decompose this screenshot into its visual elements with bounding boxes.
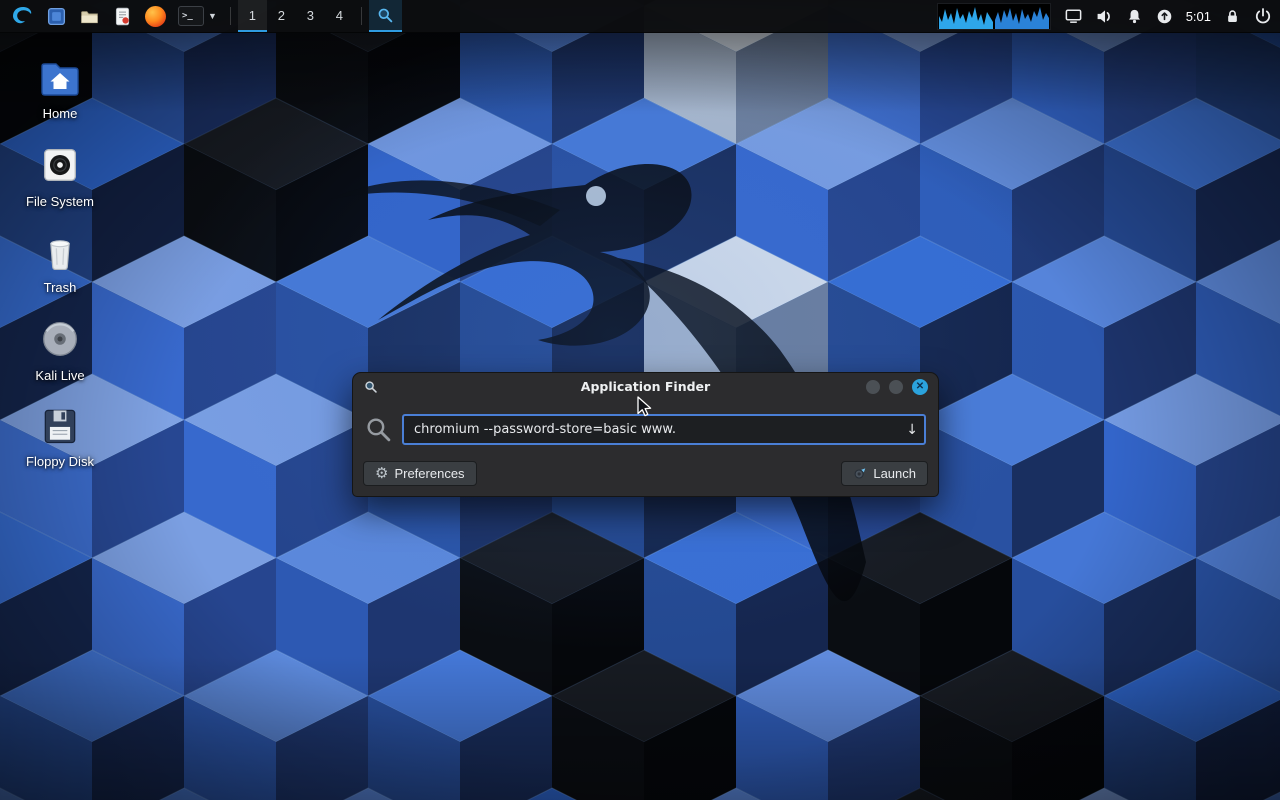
minimize-button[interactable] <box>866 379 880 394</box>
close-icon: ✕ <box>915 380 925 392</box>
top-panel: >_ ▼ 1 2 3 4 5:01 <box>0 0 1280 33</box>
search-icon <box>378 8 393 22</box>
panel-right: 5:01 <box>936 0 1280 32</box>
dialog-buttons: ⚙ Preferences Launch <box>353 457 938 496</box>
update-icon <box>1157 9 1171 23</box>
desktop-icon-label: Trash <box>43 280 77 295</box>
launcher-terminal-button[interactable]: >_ ▼ <box>172 0 223 32</box>
window-controls: ✕ <box>866 378 928 395</box>
desktop-icon-trash[interactable]: Trash <box>16 230 104 295</box>
desktop-icon-floppy-disk[interactable]: Floppy Disk <box>16 404 104 469</box>
volume-button[interactable] <box>1096 0 1113 32</box>
launch-button[interactable]: Launch <box>841 461 928 486</box>
application-finder-window: Application Finder ✕ ↓ ⚙ Prefe <box>352 372 939 497</box>
panel-separator <box>229 7 231 25</box>
panel-separator <box>360 7 362 25</box>
volume-icon <box>1097 9 1110 23</box>
preferences-button-label: Preferences <box>394 466 465 481</box>
chevron-down-icon: ▼ <box>208 11 217 21</box>
workspace-2-button[interactable]: 2 <box>267 0 296 32</box>
launch-button-label: Launch <box>873 466 916 481</box>
kali-menu-icon <box>13 6 32 24</box>
desktop-icon-home[interactable]: Home <box>16 52 104 121</box>
trash-icon <box>50 240 70 271</box>
notifications-button[interactable] <box>1126 0 1143 32</box>
file-system-icon <box>43 148 77 182</box>
workspace-3-button[interactable]: 3 <box>296 0 325 32</box>
display-icon <box>1065 9 1082 23</box>
search-input-wrap: ↓ <box>402 414 926 445</box>
desktop-icon-label: Kali Live <box>35 368 85 383</box>
launcher-file-manager-button[interactable] <box>73 0 106 32</box>
close-button[interactable]: ✕ <box>912 378 928 395</box>
logout-button[interactable] <box>1254 0 1272 32</box>
updates-button[interactable] <box>1156 0 1173 32</box>
floppy-disk-icon <box>44 409 76 444</box>
lock-icon <box>1228 9 1237 22</box>
desktop-screen: >_ ▼ 1 2 3 4 5:01 Home File System Trash… <box>0 0 1280 800</box>
kali-menu-button[interactable] <box>4 0 40 32</box>
terminal-icon: >_ <box>178 6 204 26</box>
power-icon <box>1255 8 1271 24</box>
dropdown-arrow-icon[interactable]: ↓ <box>906 422 918 438</box>
search-icon <box>365 416 392 443</box>
text-editor-icon <box>115 7 130 25</box>
workspace-4-button[interactable]: 4 <box>325 0 354 32</box>
kali-live-icon <box>43 322 77 356</box>
system-monitor-graph[interactable] <box>936 0 1051 32</box>
panel-left: >_ ▼ 1 2 3 4 <box>0 0 402 32</box>
home-icon <box>41 63 79 96</box>
desktop-icon-kali-live[interactable]: Kali Live <box>16 316 104 383</box>
desktop-icon-list: Home File System Trash Kali Live Floppy … <box>16 52 104 469</box>
search-row: ↓ <box>353 400 938 457</box>
desktop-icon-file-system[interactable]: File System <box>16 142 104 209</box>
launcher-firefox-button[interactable] <box>139 0 172 32</box>
desktop-icon-label: File System <box>26 194 94 209</box>
maximize-button[interactable] <box>889 379 903 394</box>
workspace-1-button[interactable]: 1 <box>237 0 267 32</box>
gear-icon: ⚙ <box>375 465 389 482</box>
launch-icon <box>854 467 866 479</box>
files-icon <box>47 7 66 25</box>
desktop-icon-label: Floppy Disk <box>26 454 94 469</box>
bell-icon <box>1128 9 1140 23</box>
app-finder-search-input[interactable] <box>402 414 926 445</box>
window-title: Application Finder <box>580 379 711 394</box>
display-settings-button[interactable] <box>1064 0 1083 32</box>
taskbar-application-finder-button[interactable] <box>368 0 402 32</box>
file-manager-icon <box>81 10 98 23</box>
launcher-text-editor-button[interactable] <box>106 0 139 32</box>
firefox-icon <box>145 5 166 27</box>
launcher-files-button[interactable] <box>40 0 73 32</box>
titlebar[interactable]: Application Finder ✕ <box>353 373 938 400</box>
desktop-icon-label: Home <box>42 106 78 121</box>
cpu-graph-icon <box>936 2 1051 30</box>
screen-lock-button[interactable] <box>1224 0 1241 32</box>
panel-clock[interactable]: 5:01 <box>1186 0 1211 32</box>
preferences-button[interactable]: ⚙ Preferences <box>363 461 477 486</box>
application-finder-window-icon <box>364 380 378 394</box>
